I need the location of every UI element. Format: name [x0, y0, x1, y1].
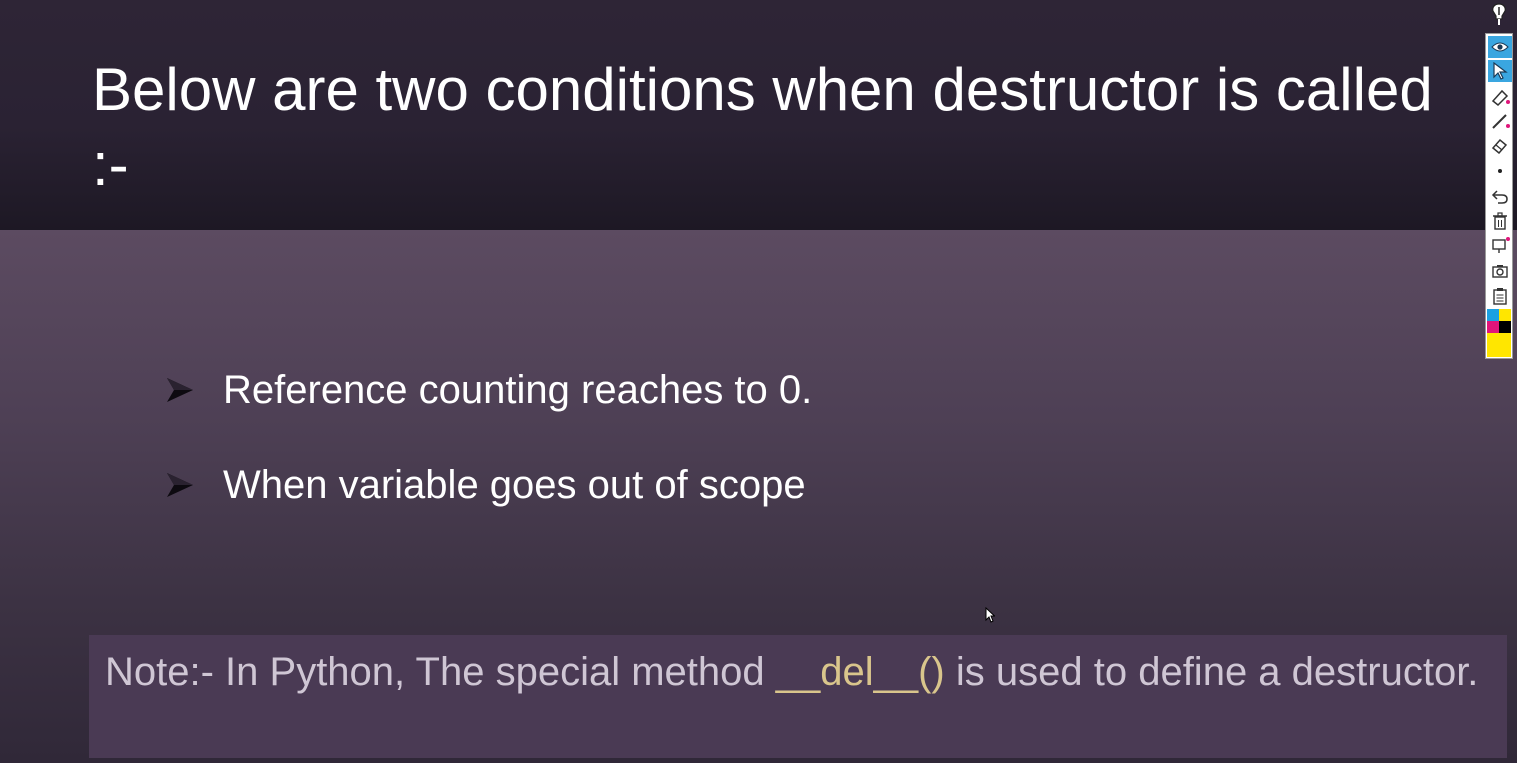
pen-icon[interactable]: [1488, 110, 1512, 132]
arrow-bullet-icon: [167, 378, 193, 402]
color-swatch-cyan[interactable]: [1487, 309, 1499, 321]
note-prefix: Note:- In Python, The special method: [105, 650, 776, 694]
arrow-bullet-icon: [167, 473, 193, 497]
note-text: Note:- In Python, The special method __d…: [105, 645, 1485, 699]
slide-title: Below are two conditions when destructor…: [92, 56, 1433, 198]
mouse-cursor-icon: [985, 607, 995, 623]
eye-icon[interactable]: [1488, 36, 1512, 58]
trash-icon[interactable]: [1488, 210, 1512, 232]
bullet-item: When variable goes out of scope: [165, 455, 812, 515]
whiteboard-icon[interactable]: [1488, 234, 1512, 256]
bullet-item: Reference counting reaches to 0.: [165, 360, 812, 420]
highlighter-icon[interactable]: [1488, 86, 1512, 108]
selected-color-swatch[interactable]: [1487, 333, 1511, 357]
note-suffix: is used to define a destructor.: [944, 650, 1479, 694]
pin-icon[interactable]: [1488, 2, 1510, 26]
note-box: Note:- In Python, The special method __d…: [89, 635, 1507, 758]
eraser-icon[interactable]: [1488, 134, 1512, 156]
dot-icon[interactable]: [1488, 160, 1512, 182]
color-swatch-magenta[interactable]: [1487, 321, 1499, 333]
color-swatch-black[interactable]: [1499, 321, 1511, 333]
pointer-icon[interactable]: [1488, 60, 1512, 82]
note-code: __del__(): [775, 650, 945, 694]
bullet-text: Reference counting reaches to 0.: [223, 368, 813, 412]
color-swatch-yellow[interactable]: [1499, 309, 1511, 321]
camera-icon[interactable]: [1488, 260, 1512, 282]
bullet-text: When variable goes out of scope: [223, 463, 806, 507]
undo-icon[interactable]: [1488, 185, 1512, 207]
presentation-slide: Below are two conditions when destructor…: [0, 0, 1517, 763]
bullet-list: Reference counting reaches to 0. When va…: [165, 360, 812, 550]
clipboard-icon[interactable]: [1488, 285, 1512, 307]
title-band: Below are two conditions when destructor…: [0, 0, 1517, 230]
annotation-toolbar: [1485, 33, 1513, 359]
